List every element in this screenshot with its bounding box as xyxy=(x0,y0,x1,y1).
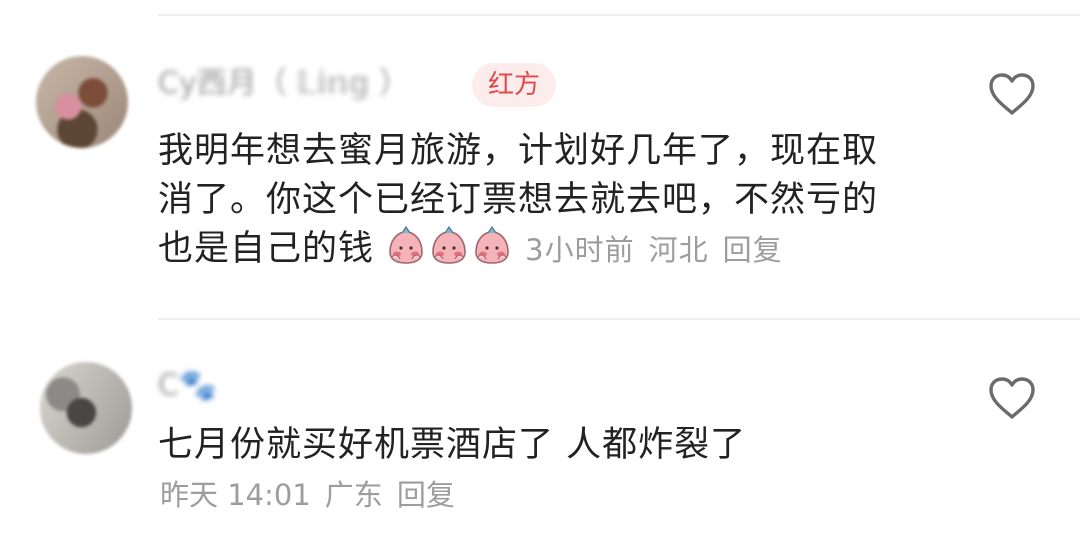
comment-text-line: 我明年想去蜜月旅游，计划好几年了，现在取 xyxy=(158,131,879,171)
comment-text: 七月份就买好机票酒店了 人都炸裂了 xyxy=(158,425,747,465)
comment-text-line: 消了。你这个已经订票想去就去吧，不然亏的 xyxy=(158,180,879,220)
status-badge: 红方 xyxy=(472,63,557,107)
username[interactable]: Cy西月（ 𝕃𝕚𝕟𝕘 ） xyxy=(158,66,409,102)
top-divider xyxy=(158,14,1080,16)
comment-time: 3小时前 xyxy=(525,233,635,267)
username[interactable]: C🐾 xyxy=(158,368,216,404)
comment-location: 河北 xyxy=(648,233,709,267)
comment-divider xyxy=(158,318,1080,320)
blush-emoji-icon xyxy=(475,226,509,264)
comment-location: 广东 xyxy=(324,478,383,512)
comment-text-line-end: 也是自己的钱 xyxy=(158,229,375,269)
avatar[interactable] xyxy=(40,362,132,454)
avatar[interactable] xyxy=(36,56,128,148)
comment-meta: 3小时前 河北 回复 xyxy=(525,233,796,267)
blush-emoji-icon xyxy=(432,226,466,264)
reply-button[interactable]: 回复 xyxy=(397,478,455,512)
comment-time: 昨天 14:01 xyxy=(160,478,311,512)
reply-button[interactable]: 回复 xyxy=(723,233,783,267)
comment-meta: 昨天 14:01 广东 回复 xyxy=(160,475,469,515)
heart-outline-icon[interactable] xyxy=(987,375,1037,421)
comment-text-line: 也是自己的钱 3小时前 河北 回复 xyxy=(158,225,958,275)
blush-emoji-icon xyxy=(389,226,423,264)
heart-outline-icon[interactable] xyxy=(987,71,1037,117)
comment-text: 我明年想去蜜月旅游，计划好几年了，现在取 消了。你这个已经订票想去就去吧，不然亏… xyxy=(158,127,958,275)
